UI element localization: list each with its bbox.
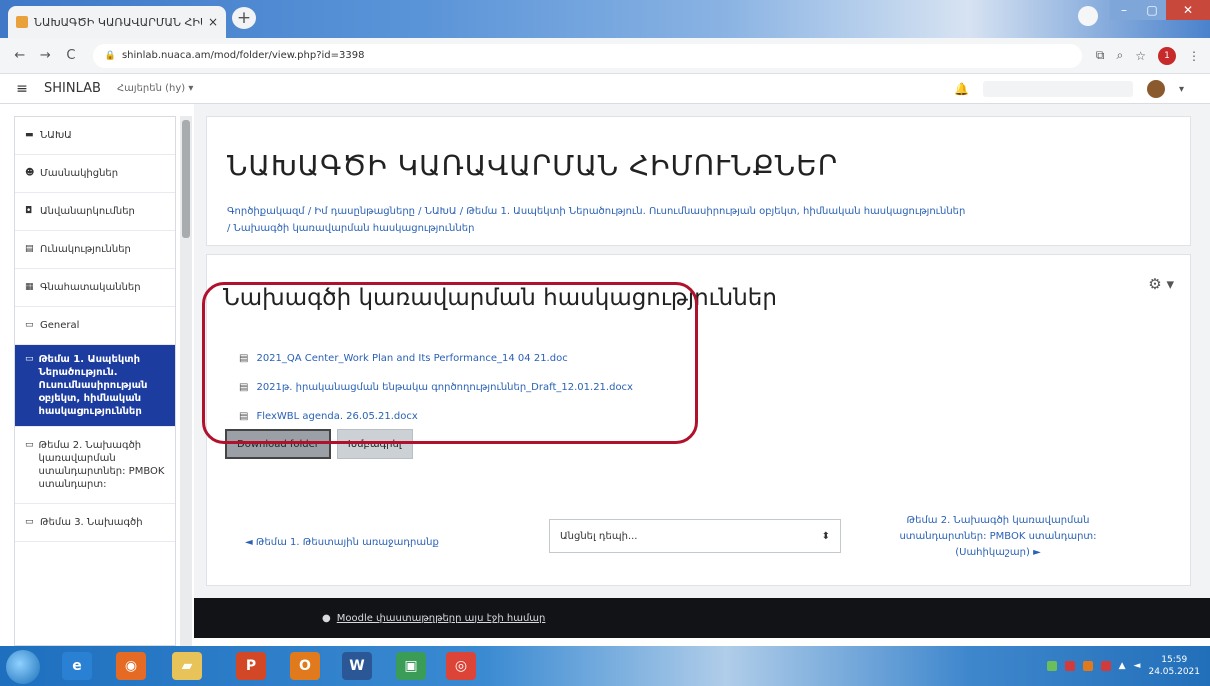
tray-icon[interactable]	[1082, 661, 1093, 671]
previous-activity-link[interactable]: ◄ Թեմա 1. Թեստային առաջադրանք	[245, 537, 439, 548]
badge-icon: ◘	[25, 206, 33, 216]
firefox-icon[interactable]: ◉	[116, 652, 146, 680]
gear-icon[interactable]: ⚙ ▾	[1148, 275, 1174, 293]
main-region: ՆԱԽԱԳԾԻ ԿԱՌԱՎԱՐՄԱՆ ՀԻՄՈՒՆՔՆԵՐ Գործիքակազ…	[194, 104, 1210, 598]
sidebar-item-label: Թեմա 1. Ասպեկտի Ներածություն. Ուսումնասի…	[38, 354, 148, 417]
sidebar-item-label: General	[40, 320, 80, 331]
clock[interactable]: 15:59 24.05.2021	[1148, 654, 1200, 678]
tray-icon[interactable]	[1064, 661, 1075, 671]
page-footer: ● Moodle փաստաթղթերը այս էջի համար	[194, 598, 1210, 638]
sidebar-scrollbar[interactable]	[180, 116, 192, 646]
outlook-icon[interactable]: O	[290, 652, 320, 680]
sidebar-item-topic-2[interactable]: ▭ Թեմա 2. Նախագծի կառավարման ստանդարտներ:…	[15, 427, 175, 504]
notification-bell-icon[interactable]: 🔔	[954, 82, 969, 96]
breadcrumb: Գործիքակազմ / Իմ դասընթացները / ՆԱԽԱ / Թ…	[227, 203, 1127, 237]
user-name-blurred	[982, 81, 1133, 97]
sidebar-item-label: Ունակություններ	[40, 244, 131, 255]
chrome-menu-icon[interactable]: ⋮	[1188, 49, 1200, 63]
user-avatar[interactable]	[1146, 80, 1165, 98]
tab-close-icon[interactable]: ×	[208, 15, 218, 29]
drawer-toggle-icon[interactable]: ≡	[0, 81, 44, 97]
minimize-button[interactable]: –	[1110, 0, 1138, 20]
bookmark-star-icon[interactable]: ☆	[1135, 49, 1146, 63]
competencies-icon: ▤	[25, 244, 34, 254]
info-icon: ●	[322, 612, 331, 624]
folder-icon: ▭	[25, 320, 34, 330]
internet-explorer-icon[interactable]: e	[62, 652, 92, 680]
url-field[interactable]: 🔒 shinlab.nuaca.am/mod/folder/view.php?i…	[92, 43, 1082, 68]
language-menu[interactable]: Հայերեն (hy) ▾	[117, 83, 193, 94]
site-brand[interactable]: SHINLAB	[44, 81, 101, 96]
course-header-card: ՆԱԽԱԳԾԻ ԿԱՌԱՎԱՐՄԱՆ ՀԻՄՈՒՆՔՆԵՐ Գործիքակազ…	[206, 116, 1191, 246]
jump-to-placeholder: Անցնել դեպի...	[560, 530, 638, 542]
next-activity-link[interactable]: Թեմա 2. Նախագծի կառավարման ստանդարտներ: …	[887, 513, 1109, 561]
sidebar-item-competencies[interactable]: ▤ Ունակություններ	[15, 231, 175, 269]
jump-to-select[interactable]: Անցնել դեպի... ⬍	[549, 519, 841, 553]
media-icon[interactable]: ▣	[396, 652, 426, 680]
sidebar-item-label: Թեմա 3. Նախագծի	[40, 517, 143, 528]
tab-title: ՆԱԽԱԳԾԻ ԿԱՌԱՎԱՐՄԱՆ ՀԻՄՈՒՆՔՆԵՐ	[34, 15, 202, 29]
sidebar-item-topic-1[interactable]: ▭ Թեմա 1. Ասպեկտի Ներածություն. Ուսումնաս…	[15, 345, 175, 427]
breadcrumb-line-1[interactable]: Գործիքակազմ / Իմ դասընթացները / ՆԱԽԱ / Թ…	[227, 203, 1127, 220]
window-controls: – ▢ ✕	[1110, 0, 1210, 22]
user-menu-caret-icon[interactable]: ▾	[1179, 84, 1184, 95]
lock-icon: 🔒	[104, 50, 116, 61]
moodle-docs-link[interactable]: Moodle փաստաթղթերը այս էջի համար	[337, 613, 546, 624]
moodle-navbar: ≡ SHINLAB Հայերեն (hy) ▾ 🔔 ▾	[0, 74, 1210, 104]
sidebar-item-grades[interactable]: ▦ Գնահատականներ	[15, 269, 175, 307]
sidebar-item-label: Թեմա 2. Նախագծի կառավարման ստանդարտներ: …	[38, 440, 165, 490]
chrome-icon[interactable]: ◎	[446, 652, 476, 680]
user-menu-area: 🔔 ▾	[954, 80, 1184, 98]
translate-icon[interactable]: ⧉	[1096, 48, 1105, 63]
sidebar-item-topic-3[interactable]: ▭ Թեմա 3. Նախագծի	[15, 504, 175, 542]
sidebar-item-label: Մասնակիցներ	[40, 168, 119, 179]
sidebar-item-course[interactable]: ▬ ՆԱԽԱ	[15, 117, 175, 155]
folder-icon: ▭	[25, 354, 34, 364]
grades-icon: ▦	[25, 282, 34, 292]
clock-time: 15:59	[1161, 655, 1188, 665]
sidebar-item-label: Անվանարկումներ	[40, 206, 135, 217]
back-icon[interactable]: ←	[10, 48, 30, 63]
powerpoint-icon[interactable]: P	[236, 652, 266, 680]
word-icon[interactable]: W	[342, 652, 372, 680]
address-bar-icons: ⧉ ⌕ ☆ 1 ⋮	[1096, 46, 1200, 65]
profile-avatar[interactable]: 1	[1158, 46, 1176, 65]
moodle-favicon-icon	[16, 16, 28, 28]
sidebar-item-badges[interactable]: ◘ Անվանարկումներ	[15, 193, 175, 231]
browser-tab[interactable]: ՆԱԽԱԳԾԻ ԿԱՌԱՎԱՐՄԱՆ ՀԻՄՈՒՆՔՆԵՐ ×	[8, 6, 226, 38]
maximize-button[interactable]: ▢	[1138, 0, 1166, 20]
volume-icon[interactable]: ◄	[1134, 661, 1141, 671]
forward-icon[interactable]: →	[36, 48, 56, 63]
zoom-icon[interactable]: ⌕	[1117, 48, 1124, 63]
url-text: shinlab.nuaca.am/mod/folder/view.php?id=…	[121, 50, 365, 61]
participants-icon: ☻	[25, 168, 35, 178]
network-icon[interactable]: ▲	[1119, 661, 1126, 671]
windows-taskbar: e ◉ ▰ P O W ▣ ◎ ▲ ◄ 15:59 24.05.2021	[0, 646, 1210, 686]
course-title: ՆԱԽԱԳԾԻ ԿԱՌԱՎԱՐՄԱՆ ՀԻՄՈՒՆՔՆԵՐ	[227, 149, 839, 182]
sidebar-item-general[interactable]: ▭ General	[15, 307, 175, 345]
folder-icon: ▭	[25, 440, 34, 450]
scrollbar-thumb[interactable]	[182, 120, 190, 238]
file-explorer-icon[interactable]: ▰	[172, 652, 202, 680]
start-button[interactable]	[6, 650, 40, 684]
folder-icon: ▭	[25, 517, 34, 527]
reload-icon[interactable]: C	[61, 48, 81, 63]
course-icon: ▬	[25, 130, 34, 140]
address-bar-row: ← → C 🔒 shinlab.nuaca.am/mod/folder/view…	[0, 38, 1210, 74]
sidebar-item-participants[interactable]: ☻ Մասնակիցներ	[15, 155, 175, 193]
tray-icon[interactable]	[1100, 661, 1111, 671]
sidebar-item-label: Գնահատականներ	[40, 282, 141, 293]
browser-title-bar: ՆԱԽԱԳԾԻ ԿԱՌԱՎԱՐՄԱՆ ՀԻՄՈՒՆՔՆԵՐ × + – ▢ ✕	[0, 0, 1210, 38]
breadcrumb-line-2[interactable]: / Նախագծի կառավարման հասկացություններ	[227, 220, 1127, 237]
close-window-button[interactable]: ✕	[1166, 0, 1210, 20]
chrome-profile-icon[interactable]	[1078, 6, 1098, 26]
new-tab-button[interactable]: +	[232, 7, 256, 29]
select-arrow-icon: ⬍	[821, 530, 830, 542]
clock-date: 24.05.2021	[1148, 667, 1200, 677]
sidebar-item-label: ՆԱԽԱ	[40, 130, 72, 141]
highlight-annotation	[202, 282, 698, 444]
course-nav-drawer: ▬ ՆԱԽԱ ☻ Մասնակիցներ ◘ Անվանարկումներ ▤ Ունա…	[14, 116, 176, 646]
system-tray: ▲ ◄ 15:59 24.05.2021	[930, 646, 1210, 686]
tray-icon[interactable]	[1046, 661, 1057, 671]
